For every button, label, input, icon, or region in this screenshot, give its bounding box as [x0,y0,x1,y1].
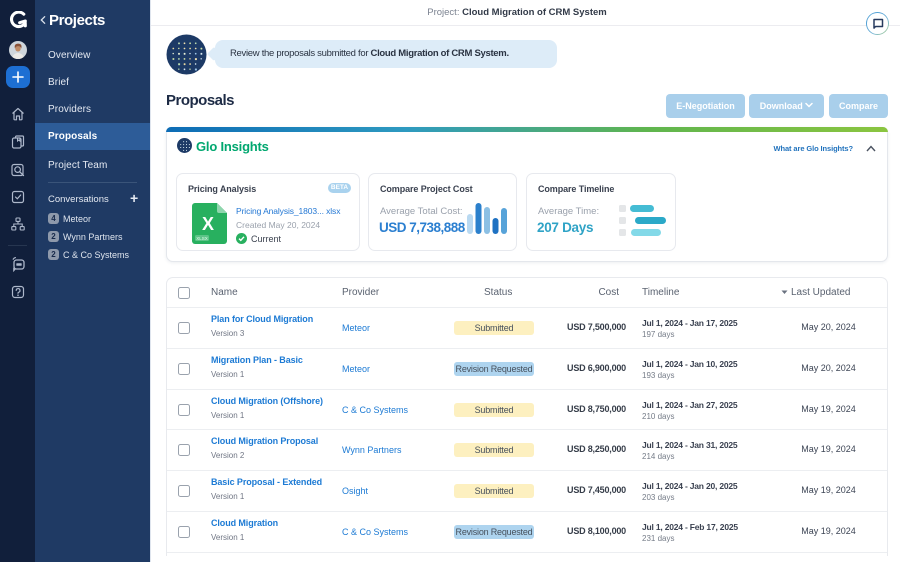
svg-text:X: X [202,214,214,234]
svg-text:XLSX: XLSX [196,236,208,241]
